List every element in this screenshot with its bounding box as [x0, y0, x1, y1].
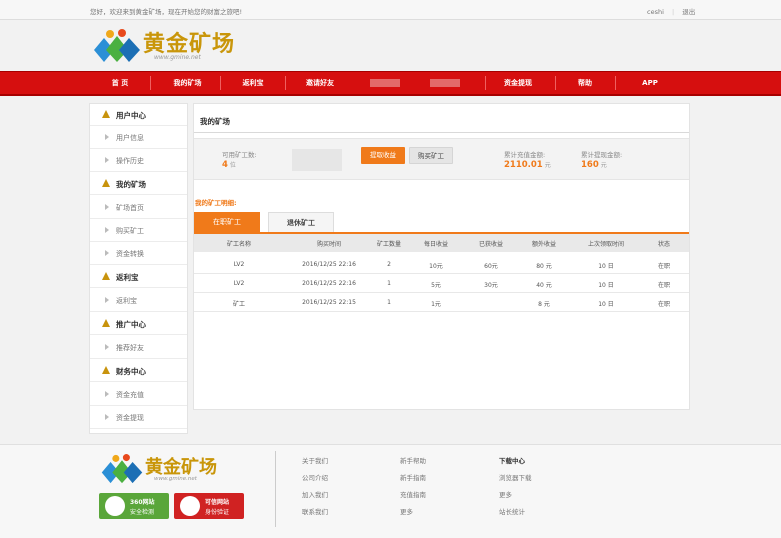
- collect-earnings-button[interactable]: 提取收益: [361, 147, 405, 164]
- logo-mark-icon: [94, 29, 140, 62]
- footer-link-help[interactable]: 新手帮助: [400, 455, 426, 465]
- footer-link-join[interactable]: 加入我们: [302, 489, 328, 499]
- page-title: 我的矿场: [200, 117, 230, 126]
- security-badge-360[interactable]: 360网站 安全检测: [99, 493, 169, 519]
- divider: [275, 451, 276, 527]
- sidebar-item-buy-miner[interactable]: 购买矿工: [90, 219, 187, 242]
- footer-link-guide[interactable]: 新手指南: [400, 472, 426, 482]
- nav-help[interactable]: 帮助: [565, 72, 605, 94]
- main-panel: 我的矿场 可用矿工数: 4位 提取收益 购买矿工 累计充值金额: 2110.01…: [193, 103, 690, 410]
- table-row: 矿工 2016/12/25 22:15 1 1元 8 元 10 日 在职: [194, 294, 689, 312]
- username-link[interactable]: ceshi: [647, 8, 664, 16]
- divider: |: [671, 8, 675, 16]
- tab-active-miners[interactable]: 在职矿工: [194, 212, 260, 232]
- available-miners-label: 可用矿工数:: [222, 151, 257, 159]
- footer-link-company[interactable]: 公司介绍: [302, 472, 328, 482]
- sidebar-item-history[interactable]: 操作历史: [90, 149, 187, 172]
- trusted-site-badge[interactable]: 可信网站 身份验证: [174, 493, 244, 519]
- col-status: 状态: [657, 241, 670, 248]
- col-earned: 已获收益: [478, 241, 503, 248]
- logout-link[interactable]: 退出: [682, 8, 695, 16]
- footer-link-recharge-guide[interactable]: 充值指南: [400, 489, 426, 499]
- section-icon: [102, 366, 110, 374]
- footer-link-more[interactable]: 更多: [400, 506, 413, 516]
- obscured-nav-item: [430, 79, 460, 87]
- total-recharge-label: 累计充值金额:: [504, 151, 546, 159]
- arrow-right-icon: [105, 414, 109, 420]
- seal-icon: [180, 496, 200, 516]
- arrow-right-icon: [105, 344, 109, 350]
- welcome-text: 您好，欢迎来到黄金矿场，现在开始您的财富之旅吧!: [90, 8, 243, 16]
- footer-link-contact[interactable]: 联系我们: [302, 506, 328, 516]
- nav-withdraw[interactable]: 资金提现: [493, 72, 543, 94]
- arrow-right-icon: [105, 391, 109, 397]
- tab-retired-miners[interactable]: 退休矿工: [268, 212, 334, 232]
- divider: [194, 132, 689, 133]
- section-icon: [102, 319, 110, 327]
- col-name: 矿工名称: [226, 241, 251, 248]
- sidebar-section-user: 用户中心: [90, 104, 187, 126]
- sidebar-item-fund-convert[interactable]: 资金转换: [90, 242, 187, 265]
- sidebar-item-mine-home[interactable]: 矿场首页: [90, 196, 187, 219]
- arrow-right-icon: [105, 250, 109, 256]
- sidebar-section-mine: 我的矿场: [90, 173, 187, 195]
- sidebar-item-refer[interactable]: 推荐好友: [90, 336, 187, 359]
- nav-my-mine[interactable]: 我的矿场: [160, 72, 215, 94]
- buy-miner-button[interactable]: 购买矿工: [409, 147, 453, 164]
- nav-invite[interactable]: 邀请好友: [295, 72, 345, 94]
- footer-link-more-2[interactable]: 更多: [499, 489, 512, 499]
- footer: 黄金矿场 www.gmine.net 360网站 安全检测 可信网站 身份验证 …: [0, 444, 781, 538]
- footer-link-about[interactable]: 关于我们: [302, 455, 328, 465]
- arrow-right-icon: [105, 157, 109, 163]
- arrow-right-icon: [105, 134, 109, 140]
- sidebar-section-rebate: 返利宝: [90, 266, 187, 288]
- footer-link-browser[interactable]: 浏览器下载: [499, 472, 532, 482]
- footer-logo: 黄金矿场 www.gmine.net: [100, 453, 260, 489]
- stats-bar: 可用矿工数: 4位 提取收益 购买矿工 累计充值金额: 2110.01 元 累计提…: [194, 138, 689, 180]
- sidebar-item-recharge[interactable]: 资金充值: [90, 383, 187, 406]
- sidebar-section-finance: 财务中心: [90, 360, 187, 382]
- footer-brand-url: www.gmine.net: [154, 476, 197, 482]
- col-last-claim: 上次领取时间: [587, 241, 624, 248]
- nav-rebate[interactable]: 返利宝: [228, 72, 278, 94]
- section-icon: [102, 110, 110, 118]
- arrow-right-icon: [105, 204, 109, 210]
- col-extra: 额外收益: [531, 241, 556, 248]
- footer-link-download[interactable]: 下载中心: [499, 455, 525, 465]
- sidebar-section-promo: 推广中心: [90, 313, 187, 335]
- nav-app[interactable]: APP: [630, 72, 670, 94]
- total-withdraw-label: 累计提现金额:: [581, 151, 623, 159]
- col-count: 矿工数量: [376, 241, 401, 248]
- sidebar-item-user-info[interactable]: 用户信息: [90, 126, 187, 149]
- shield-icon: [105, 496, 125, 516]
- miner-detail-label: 我的矿工明细:: [195, 199, 237, 207]
- available-miners-value: 4位: [222, 160, 236, 170]
- obscured-nav-item: [370, 79, 400, 87]
- table-row: LV2 2016/12/25 22:16 1 5元 30元 40 元 10 日 …: [194, 275, 689, 293]
- brand-url: www.gmine.net: [154, 54, 201, 61]
- col-buy-time: 购买时间: [316, 241, 341, 248]
- total-recharge-value: 2110.01 元: [504, 160, 551, 170]
- section-icon: [102, 179, 110, 187]
- arrow-right-icon: [105, 227, 109, 233]
- table-header: 矿工名称 购买时间 矿工数量 每日收益 已获收益 额外收益 上次领取时间 状态: [194, 234, 689, 252]
- total-withdraw-value: 160 元: [581, 160, 607, 170]
- main-nav: 首 页 我的矿场 返利宝 邀请好友 资金提现 帮助 APP: [0, 71, 781, 96]
- nav-home[interactable]: 首 页: [100, 72, 140, 94]
- footer-link-stats[interactable]: 站长统计: [499, 506, 525, 516]
- sidebar-item-rebate[interactable]: 返利宝: [90, 289, 187, 312]
- user-links: ceshi | 退出: [647, 6, 701, 16]
- arrow-right-icon: [105, 297, 109, 303]
- sidebar-item-withdraw[interactable]: 资金提现: [90, 406, 187, 429]
- obscured-stat: [292, 149, 342, 171]
- top-bar: 您好，欢迎来到黄金矿场，现在开始您的财富之旅吧! ceshi | 退出: [0, 0, 781, 20]
- section-icon: [102, 272, 110, 280]
- sidebar: 用户中心 用户信息 操作历史 我的矿场 矿场首页 购买矿工 资金转换 返利宝 返…: [89, 103, 188, 434]
- site-logo[interactable]: 黄金矿场 www.gmine.net: [92, 26, 252, 66]
- col-daily: 每日收益: [423, 241, 448, 248]
- logo-mark-icon: [101, 454, 143, 484]
- table-row: LV2 2016/12/25 22:16 2 10元 60元 80 元 10 日…: [194, 256, 689, 274]
